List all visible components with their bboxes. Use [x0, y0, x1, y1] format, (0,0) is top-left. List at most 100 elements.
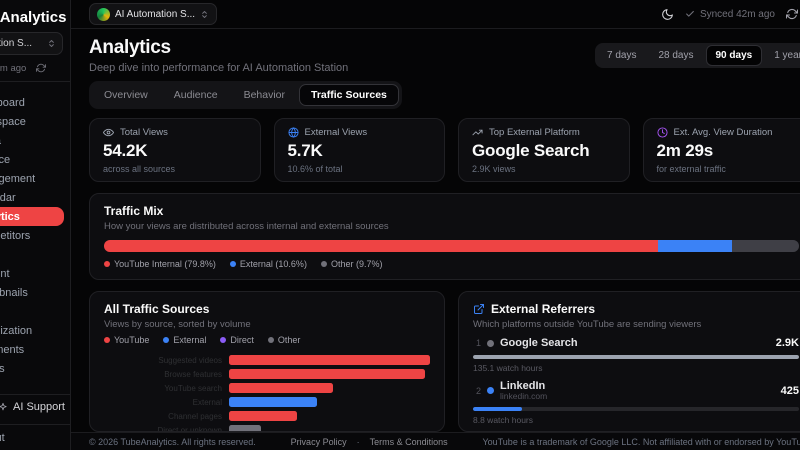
sidebar-item[interactable]: Content	[0, 264, 70, 283]
sidebar-item[interactable]: Scripts	[0, 359, 70, 378]
moon-icon[interactable]	[661, 8, 674, 21]
check-icon	[686, 10, 694, 17]
tab[interactable]: Behavior	[232, 84, 297, 106]
source-bar	[229, 411, 298, 421]
stat-value: Google Search	[472, 141, 590, 160]
sources-legend: YouTube External Direct Other	[104, 335, 430, 345]
stat-label: Top External Platform	[489, 127, 580, 138]
referrer-name-text: LinkedIn	[500, 379, 546, 392]
footer-separator: ·	[356, 436, 360, 447]
sidebar-item[interactable]: Dashboard	[0, 93, 70, 112]
sidebar-item-ai-support[interactable]: AI Support	[0, 395, 70, 419]
tab[interactable]: Overview	[92, 84, 160, 106]
sidebar-item-label: Calendar	[0, 191, 16, 204]
source-row: Channel pages	[104, 409, 430, 423]
sidebar-item[interactable]: Media	[0, 131, 70, 150]
source-bar	[229, 397, 318, 407]
source-row: Direct or unknown	[104, 423, 430, 431]
referrers-subtitle: Which platforms outside YouTube are send…	[473, 319, 702, 330]
legend-item: External	[163, 335, 206, 345]
sidebar-item-label: Content	[0, 267, 10, 280]
legend-dot	[104, 261, 110, 267]
stat-label: Ext. Avg. View Duration	[673, 127, 773, 138]
date-range-button[interactable]: 28 days	[648, 45, 703, 66]
sidebar-item[interactable]: Ideas	[0, 378, 70, 389]
referrers-header: External Referrers	[473, 302, 799, 316]
refresh-icon[interactable]	[36, 63, 47, 73]
tab[interactable]: Audience	[162, 84, 230, 106]
referrer-value: 425	[780, 384, 799, 397]
trending-up-icon	[472, 129, 483, 136]
source-label: Channel pages	[168, 411, 222, 421]
tab[interactable]: Traffic Sources	[299, 84, 399, 106]
sync-status-label: Synced 42m ago	[0, 62, 27, 74]
refresh-icon[interactable]	[786, 8, 798, 20]
legend-item: External (10.6%)	[229, 259, 307, 269]
sync-status: Synced 42m ago	[685, 9, 775, 20]
sidebar-item-label: Competitors	[0, 229, 31, 242]
referrer-row: 1 Google Search 2.9K 135.1 watch hours	[473, 337, 799, 373]
legend-dot	[163, 337, 170, 343]
footer: © 2026 TubeAnalytics. All rights reserve…	[71, 432, 800, 450]
sidebar: TubeAnalytics AI Automation S... Synced …	[0, 0, 71, 450]
traffic-mix-segment	[731, 240, 799, 252]
youtube-disclaimer: YouTube is a trademark of Google LLC. No…	[482, 436, 800, 447]
sidebar-item[interactable]: Competitors	[0, 226, 70, 245]
source-row: Suggested videos	[104, 353, 430, 367]
sidebar-item[interactable]	[0, 245, 70, 264]
source-bar	[229, 355, 430, 365]
all-traffic-sources-panel: All Traffic Sources Views by source, sor…	[89, 291, 445, 432]
legend-label: External	[173, 335, 207, 345]
sidebar-item-logout[interactable]: Logout	[0, 425, 70, 450]
stat-value: 5.7K	[287, 141, 323, 160]
legend-item: Other	[267, 335, 300, 345]
source-label: External	[192, 397, 222, 407]
sidebar-item[interactable]: Thumbnails	[0, 283, 70, 302]
referrer-name-text: Google Search	[500, 337, 578, 349]
sources-bar-chart: Suggested videos Browse features YouTube…	[104, 353, 430, 431]
date-range-group: 7 days 28 days 90 days 1 year	[595, 43, 800, 68]
legend-label: External (10.6%)	[239, 259, 307, 269]
traffic-mix-title: Traffic Mix	[104, 204, 164, 218]
channel-dropdown[interactable]: AI Automation S...	[89, 3, 218, 25]
stat-cards: Total Views 54.2K across all sources Ext…	[89, 118, 800, 182]
referrer-progress-fill	[473, 407, 522, 412]
referrer-domain: linkedin.com	[500, 391, 548, 402]
sidebar-item[interactable]: Calendar	[0, 188, 70, 207]
privacy-policy-link[interactable]: Privacy Policy	[291, 437, 347, 447]
sidebar-item[interactable]: Analytics	[0, 207, 64, 226]
sidebar-item[interactable]	[0, 302, 70, 321]
external-link-icon	[474, 304, 484, 314]
sidebar-item[interactable]: Optimization	[0, 321, 70, 340]
sources-title: All Traffic Sources	[104, 302, 210, 316]
sidebar-item[interactable]: Workspace	[0, 112, 70, 131]
sidebar-item-label: Media	[0, 135, 1, 147]
date-range-button[interactable]: 7 days	[597, 45, 646, 66]
sidebar-item[interactable]: Finance	[0, 150, 70, 169]
sidebar-item-label: Dashboard	[0, 96, 25, 109]
sidebar-channel-select[interactable]: AI Automation S...	[0, 32, 63, 55]
copyright-text: © 2026 TubeAnalytics. All rights reserve…	[89, 436, 256, 447]
referrer-name: Google Search	[500, 337, 578, 350]
main-area: AI Automation S... Synced 42m ago Analyt…	[71, 0, 800, 450]
stat-label: External Views	[304, 127, 368, 138]
referrers-title: External Referrers	[491, 302, 596, 316]
ai-support-label: AI Support	[13, 401, 65, 413]
top-bar: AI Automation S... Synced 42m ago	[71, 0, 800, 29]
date-range-button[interactable]: 1 year	[764, 45, 800, 66]
sidebar-item[interactable]: Comments	[0, 340, 70, 359]
terms-link[interactable]: Terms & Conditions	[370, 437, 448, 447]
channel-dropdown-label: AI Automation S...	[115, 8, 196, 20]
legend-dot	[320, 261, 327, 267]
eye-icon	[103, 128, 114, 137]
app-window: TubeAnalytics AI Automation S... Synced …	[0, 0, 800, 450]
stat-label: Total Views	[120, 127, 168, 138]
page-title: Analytics	[89, 37, 171, 58]
date-range-button[interactable]: 90 days	[705, 45, 763, 66]
page-content: Analytics Deep dive into performance for…	[71, 29, 800, 432]
sidebar-item-label: Thumbnails	[0, 286, 28, 299]
legend-label: YouTube	[114, 335, 150, 345]
source-label: Browse features	[164, 369, 222, 379]
sidebar-item[interactable]: Management	[0, 169, 70, 188]
sidebar-item-label: Workspace	[0, 115, 26, 128]
